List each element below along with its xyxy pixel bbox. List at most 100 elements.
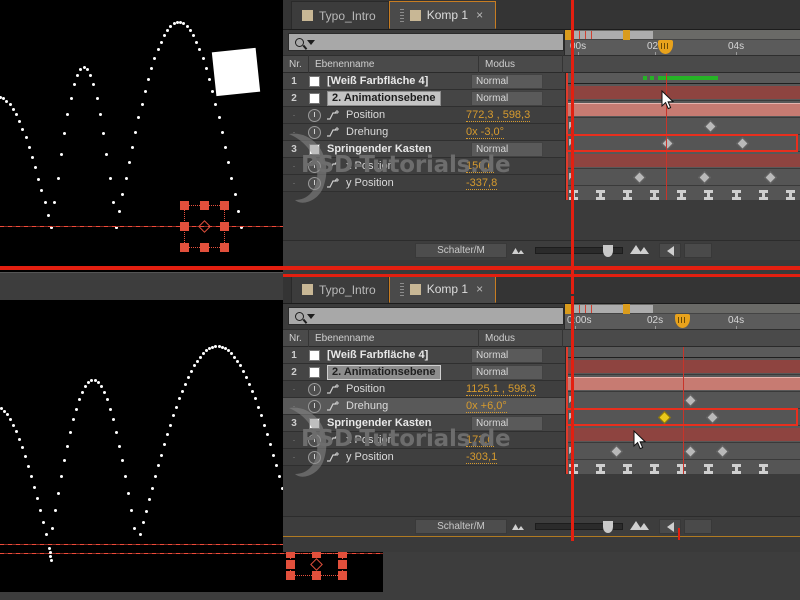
hold-keyframe[interactable] [732,190,741,200]
time-ruler-top[interactable]: 00s 02s 04s [564,30,800,55]
layer-name-cell[interactable]: 2. Animationsebene [323,364,467,381]
selection-handle[interactable] [338,560,347,569]
search-input-bottom[interactable] [288,307,564,325]
selection-handle[interactable] [180,201,189,210]
blend-mode-dropdown[interactable]: Normal [471,347,543,363]
close-icon[interactable]: × [476,282,483,296]
composition-preview-bottom[interactable] [0,300,283,545]
layer-name-cell[interactable]: [Weiß Farbfläche 4] [323,73,467,90]
selection-handle[interactable] [220,222,229,231]
property-value[interactable]: 173,0 [466,434,494,447]
hold-keyframe[interactable] [759,464,768,474]
hold-keyframe[interactable] [596,464,605,474]
hold-keyframe[interactable] [704,190,713,200]
column-modus[interactable]: Modus [479,55,563,73]
work-area-end-handle[interactable] [623,304,630,314]
selection-handle[interactable] [338,571,347,580]
graph-editor-icon[interactable] [326,451,340,463]
column-nr[interactable]: Nr. [283,55,309,73]
keyframe[interactable] [698,171,711,184]
extra-button-top[interactable] [684,243,712,258]
layer-color-swatch-cell[interactable] [305,364,323,381]
column-modus[interactable]: Modus [479,329,563,347]
hold-keyframe[interactable] [786,190,795,200]
stopwatch-icon[interactable] [308,176,321,190]
hold-keyframe[interactable] [650,190,659,200]
anchor-point-icon[interactable] [310,558,323,571]
zoom-slider-bottom[interactable] [535,521,623,533]
property-value[interactable]: -303,1 [466,451,498,464]
zoom-slider-knob[interactable] [603,521,613,533]
anchor-point-icon[interactable] [198,220,211,233]
work-area-end-handle[interactable] [623,30,630,40]
blend-mode-cell[interactable]: Normal [467,73,545,90]
layer-color-swatch[interactable] [308,75,320,87]
selection-handle[interactable] [286,560,295,569]
selection-handle[interactable] [200,201,209,210]
selection-handle[interactable] [220,243,229,252]
graph-editor-icon[interactable] [326,160,340,172]
playhead-line[interactable] [566,73,568,200]
blend-mode-cell[interactable]: Normal [467,141,545,158]
layer-name-cell[interactable]: Springender Kasten [323,141,467,158]
timeline-graph-top[interactable] [565,73,800,200]
layer-color-swatch-cell[interactable] [305,347,323,364]
graph-editor-icon[interactable] [326,126,340,138]
hold-keyframe[interactable] [759,190,768,200]
keyframe[interactable] [736,137,749,150]
hold-keyframe[interactable] [623,464,632,474]
layer-name-cell[interactable]: Springender Kasten [323,415,467,432]
tab-komp1-top[interactable]: Komp 1 × [388,1,497,29]
tab-typo-intro-top[interactable]: Typo_Intro [291,1,389,29]
timeline-graph-bottom[interactable] [565,347,800,474]
work-area-bar[interactable] [568,31,653,39]
selection-handle[interactable] [286,571,295,580]
stopwatch-icon[interactable] [308,159,321,173]
selection-handle[interactable] [200,243,209,252]
blend-mode-dropdown[interactable]: Normal [471,90,543,106]
tab-komp1-bottom[interactable]: Komp 1 × [388,275,497,303]
hold-keyframe[interactable] [650,464,659,474]
property-keyframe-row[interactable] [566,169,800,186]
keyframe[interactable] [684,394,697,407]
property-keyframe-row[interactable] [566,186,800,200]
graph-editor-icon[interactable] [326,400,340,412]
layer-duration-bar[interactable] [566,86,800,99]
graph-editor-icon[interactable] [326,177,340,189]
layer-name-cell[interactable]: [Weiß Farbfläche 4] [323,347,467,364]
chevron-down-icon[interactable] [307,313,315,319]
keyframe[interactable] [661,137,674,150]
zoom-slider-top[interactable] [535,245,623,257]
blend-mode-dropdown[interactable]: Normal [471,364,543,380]
keyframe[interactable] [684,445,697,458]
property-value[interactable]: 0x -3,0° [466,126,505,139]
animated-white-square[interactable] [211,47,261,97]
blend-mode-cell[interactable]: Normal [467,347,545,364]
keyframe-selected[interactable] [658,411,671,424]
selection-handle[interactable] [180,243,189,252]
blend-mode-cell[interactable]: Normal [467,415,545,432]
stopwatch-icon[interactable] [308,125,321,139]
layer-color-swatch[interactable] [308,143,320,155]
property-value[interactable]: 156,6 [466,160,494,173]
composition-preview-bottom-overflow[interactable] [0,545,383,592]
layer-duration-row[interactable] [566,152,800,169]
layer-color-swatch[interactable] [308,417,320,429]
layer-selection-box[interactable] [286,549,347,580]
mountain-large-icon[interactable] [629,242,651,260]
layer-color-swatch[interactable] [308,92,320,104]
work-area-bar[interactable] [568,305,653,313]
graph-editor-icon[interactable] [326,434,340,446]
composition-preview-top[interactable] [0,0,283,272]
close-icon[interactable]: × [476,8,483,22]
hold-keyframe[interactable] [732,464,741,474]
selection-handle[interactable] [312,571,321,580]
property-value[interactable]: 772,3 , 598,3 [466,109,531,122]
column-ebenenname[interactable]: Ebenenname [309,329,479,347]
blend-mode-cell[interactable]: Normal [467,90,545,107]
layer-color-swatch[interactable] [308,349,320,361]
zoom-slider-knob[interactable] [603,245,613,257]
layer-color-swatch-cell[interactable] [305,141,323,158]
search-input-top[interactable] [288,33,564,51]
graph-editor-icon[interactable] [326,109,340,121]
